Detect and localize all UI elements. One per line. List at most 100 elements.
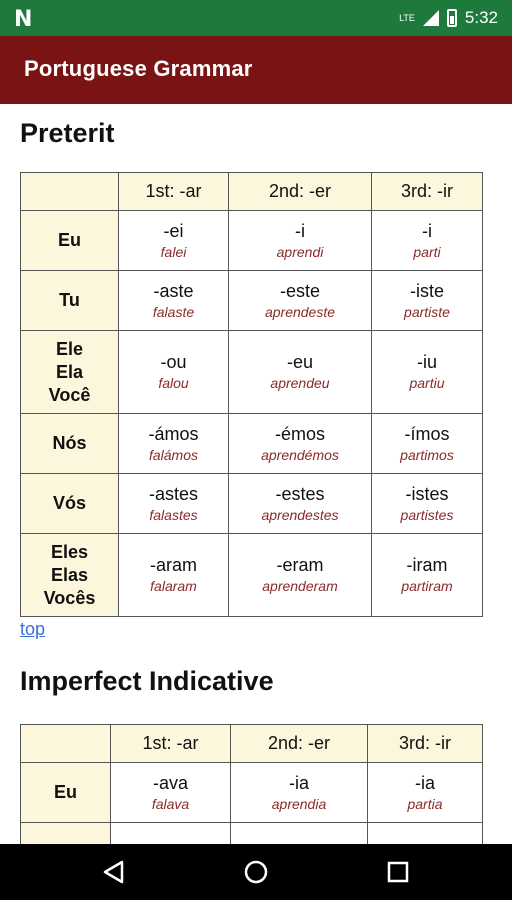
conjugation-cell: -astes falastes <box>118 473 229 534</box>
conjugation-cell: -i parti <box>371 210 483 271</box>
table-row: Nós -ámos falámos -émos aprendémos -ímos parti… <box>20 413 483 474</box>
column-header: 3rd: -ir <box>367 724 483 763</box>
example-text: partiste <box>404 303 450 320</box>
conjugation-cell: -aram falaram <box>118 533 229 617</box>
pronoun-label: Ela <box>55 361 84 382</box>
example-text: falaram <box>150 578 197 594</box>
example-text: partiram <box>401 578 453 594</box>
conjugation-cell: -ou falou <box>118 330 229 414</box>
back-icon[interactable] <box>100 858 128 886</box>
table-row: Eu -ava falava -ia aprendia -ia partia <box>20 762 483 823</box>
pronoun-label: Eles <box>50 541 89 562</box>
conjugation-cell: -eu aprendeu <box>228 330 372 414</box>
header-row: 1st: -ar 2nd: -er 3rd: -ir <box>20 172 483 211</box>
ending-text: -ava <box>152 772 188 793</box>
recents-icon[interactable] <box>384 858 412 886</box>
example-text: aprendémos <box>261 446 339 463</box>
pronoun-cell: Ele Ela Você <box>20 330 119 414</box>
ending-text: -estes <box>275 483 325 504</box>
example-text: partia <box>407 795 443 812</box>
status-time: 5:32 <box>464 8 498 27</box>
table-row: Tu-avas-ias-ias <box>20 822 483 844</box>
pronoun-label: Nós <box>52 433 87 453</box>
notification-n-icon: N <box>14 7 33 32</box>
pronoun-cell: Eu <box>20 762 111 823</box>
example-text: falaste <box>152 303 195 320</box>
pronoun-cell: Vós <box>20 473 119 534</box>
ending-text: -ia <box>288 772 309 793</box>
example-text: aprendeu <box>270 375 330 391</box>
pronoun-label: Eu <box>53 782 77 802</box>
ending-text: -iu <box>416 352 437 372</box>
ending-text: -ia <box>414 772 435 793</box>
example-text: aprendi <box>276 243 324 260</box>
conjugation-cell: -ia partia <box>367 762 483 823</box>
conjugation-cell: -iste partiste <box>371 270 483 331</box>
table-row: Tu -aste falaste -este aprendeste -iste partis… <box>20 270 483 331</box>
ending-text: -eram <box>276 555 324 575</box>
example-text: partistes <box>400 506 454 523</box>
ending-text: -aram <box>149 555 197 575</box>
status-icons: LTE 5:32 <box>399 8 498 28</box>
example-text: falei <box>160 243 187 260</box>
conjugation-cell: -i aprendi <box>228 210 372 271</box>
network-type: LTE <box>399 12 415 23</box>
header-row: 1st: -ar 2nd: -er 3rd: -ir <box>20 724 483 763</box>
example-text: parti <box>413 243 441 260</box>
column-header: 2nd: -er <box>228 172 372 211</box>
ending-text: -i <box>422 220 432 241</box>
table-row: Ele Ela Você -ou falou -eu aprendeu -iu partiu <box>20 330 483 414</box>
battery-icon <box>446 9 457 27</box>
home-icon[interactable] <box>242 858 270 886</box>
column-header: 2nd: -er <box>230 724 368 763</box>
pronoun-label: Elas <box>50 564 89 585</box>
conjugation-cell: -estes aprendestes <box>228 473 372 534</box>
pronoun-cell: Eles Elas Vocês <box>20 533 119 617</box>
ending-text: -astes <box>148 483 199 504</box>
conjugation-cell: -ámos falámos <box>118 413 229 474</box>
imperfect-table: 1st: -ar 2nd: -er 3rd: -ir Eu -ava falava -ia… <box>20 724 483 844</box>
ending-text: -eu <box>286 352 313 372</box>
preterit-table: 1st: -ar 2nd: -er 3rd: -ir Eu -ei falei -i apr… <box>20 172 483 617</box>
pronoun-cell: Nós <box>20 413 119 474</box>
top-link[interactable]: top <box>20 619 45 640</box>
ending-text: -ímos <box>404 423 450 444</box>
pronoun-label: Vós <box>52 493 86 513</box>
conjugation-cell: -ímos partimos <box>371 413 483 474</box>
pronoun-label: Eu <box>57 230 81 250</box>
example-text: aprendia <box>271 795 327 812</box>
ending-text: -i <box>295 220 305 241</box>
imperfect-title: Imperfect Indicative <box>20 666 274 696</box>
ending-text: -ei <box>163 220 184 241</box>
conjugation-cell: -istes partistes <box>371 473 483 534</box>
ending-text: -émos <box>274 423 325 444</box>
preterit-title: Preterit <box>20 118 115 148</box>
example-text: falámos <box>148 446 199 463</box>
column-header: 3rd: -ir <box>371 172 483 211</box>
pronoun-cell: Tu <box>20 822 111 844</box>
pronoun-cell: Tu <box>20 270 119 331</box>
header-corner <box>20 724 111 763</box>
example-text: partimos <box>400 446 454 463</box>
table-row: Eu -ei falei -i aprendi -i parti <box>20 210 483 271</box>
conjugation-cell: -ia aprendia <box>230 762 368 823</box>
conjugation-cell: -émos aprendémos <box>228 413 372 474</box>
example-text: falou <box>158 375 189 391</box>
example-text: aprenderam <box>262 578 338 594</box>
conjugation-cell: -eram aprenderam <box>228 533 372 617</box>
content-scroll-area[interactable]: Preterit 1st: -ar 2nd: -er 3rd: -ir Eu -ei f… <box>0 104 512 844</box>
pronoun-label: Ele <box>55 338 84 359</box>
conjugation-cell: -aste falaste <box>118 270 229 331</box>
conjugation-cell: -ei falei <box>118 210 229 271</box>
ending-text: -ou <box>160 352 187 372</box>
column-header: 1st: -ar <box>110 724 231 763</box>
pronoun-label: Tu <box>59 290 80 310</box>
ending-text: -aste <box>153 280 194 301</box>
example-text: partiu <box>409 375 445 391</box>
ending-text: -ámos <box>148 423 199 444</box>
table-row: Vós -astes falastes -estes aprendestes -istes… <box>20 473 483 534</box>
navigation-bar <box>0 844 512 900</box>
column-header: 1st: -ar <box>118 172 229 211</box>
conjugation-cell: -ava falava <box>110 762 231 823</box>
example-text: aprendeste <box>264 303 336 320</box>
